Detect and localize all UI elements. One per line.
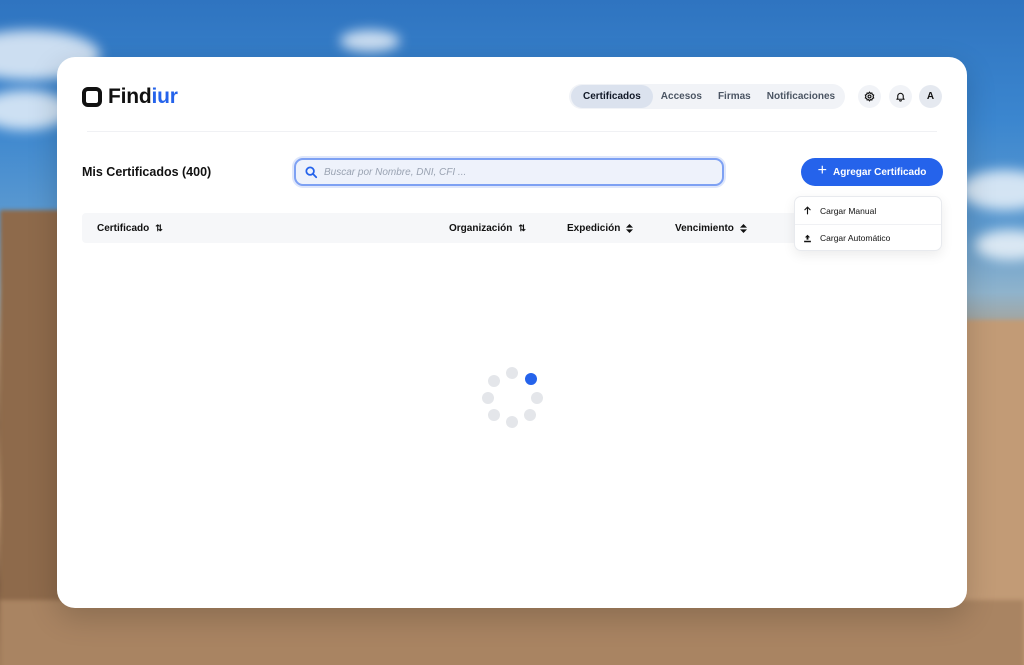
sort-arrows-icon: ⇅: [155, 222, 163, 233]
spinner-dot: [506, 367, 518, 379]
logo-text: Findiur: [108, 85, 178, 108]
notifications-button[interactable]: [889, 85, 912, 108]
search-icon: [305, 166, 318, 179]
tab-notificaciones[interactable]: Notificaciones: [759, 85, 843, 108]
page-title: Mis Certificados (400): [82, 165, 212, 179]
avatar[interactable]: A: [919, 85, 942, 108]
main-card: Findiur Certificados Accesos Firmas Noti…: [57, 57, 967, 608]
top-navigation: Certificados Accesos Firmas Notificacion…: [569, 84, 846, 109]
column-organizacion[interactable]: Organización ⇅: [449, 213, 526, 243]
sort-caret-icon: [739, 223, 747, 233]
spinner-dot: [488, 375, 500, 387]
add-certificate-label: Agregar Certificado: [832, 166, 927, 178]
header-divider: [87, 131, 937, 132]
plus-icon: +: [817, 162, 827, 179]
spinner-dot: [482, 392, 494, 404]
tab-certificados[interactable]: Certificados: [571, 85, 653, 108]
spinner-dot: [506, 416, 518, 428]
gear-icon: [864, 91, 875, 102]
logo-mark-icon: [82, 87, 102, 107]
column-vencimiento[interactable]: Vencimiento: [675, 213, 747, 243]
settings-button[interactable]: [858, 85, 881, 108]
loading-spinner: [479, 367, 545, 433]
search-bar[interactable]: [294, 158, 724, 186]
menu-item-cargar-manual[interactable]: Cargar Manual: [795, 197, 941, 224]
add-certificate-button[interactable]: + Agregar Certificado: [801, 158, 943, 186]
spinner-dot: [524, 409, 536, 421]
column-expedicion[interactable]: Expedición: [567, 213, 634, 243]
search-input[interactable]: [318, 160, 722, 184]
add-certificate-dropdown: Cargar Manual Cargar Automático: [794, 196, 942, 251]
tab-accesos[interactable]: Accesos: [653, 85, 710, 108]
arrow-up-icon: [804, 206, 811, 215]
spinner-dot: [525, 373, 537, 385]
sort-arrows-icon: ⇅: [518, 222, 526, 233]
column-certificado[interactable]: Certificado ⇅: [97, 213, 163, 243]
sort-caret-icon: [626, 223, 634, 233]
logo[interactable]: Findiur: [82, 85, 178, 109]
bell-icon: [896, 92, 905, 102]
spinner-dot: [531, 392, 543, 404]
upload-icon: [804, 234, 811, 242]
spinner-dot: [488, 409, 500, 421]
menu-item-cargar-automatico[interactable]: Cargar Automático: [795, 224, 941, 251]
tab-firmas[interactable]: Firmas: [710, 85, 759, 108]
